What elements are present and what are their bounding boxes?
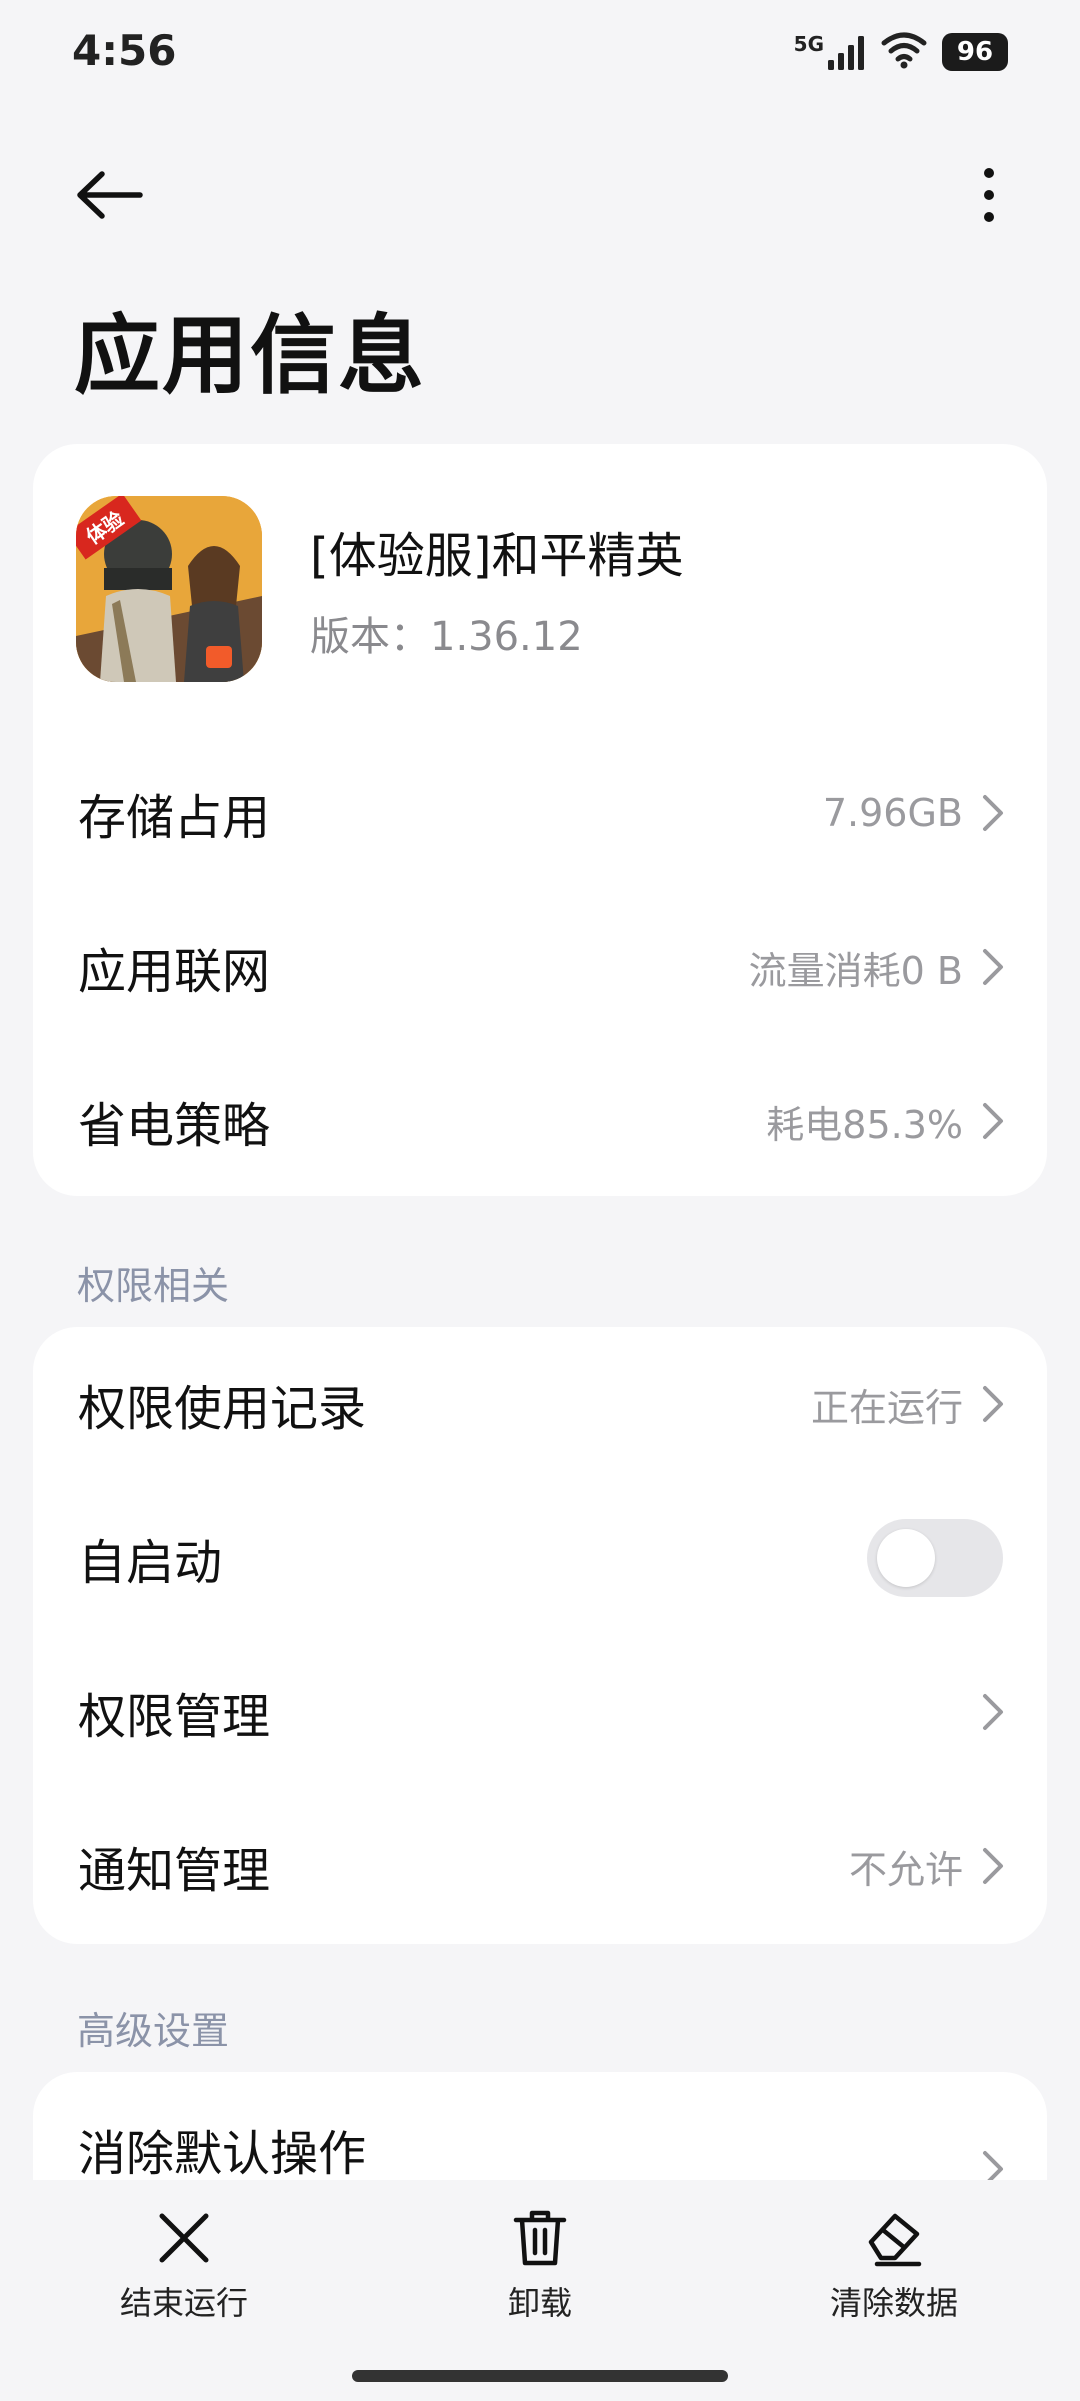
back-button[interactable] [64,150,154,240]
storage-row[interactable]: 存储占用 7.96GB [33,736,1047,890]
section-label-permissions: 权限相关 [77,1264,230,1308]
row-right: 耗电85.3% [766,1094,1007,1149]
app-name: [体验服]和平精英 [310,528,684,584]
row-label: 权限使用记录 [78,1381,367,1437]
app-version: 版本：1.36.12 [310,614,583,660]
row-label: 通知管理 [78,1843,271,1899]
app-header: 体验 [体验服]和平精英 版本：1.36.12 [76,496,683,682]
status-time: 4:56 [72,26,177,75]
row-value: 流量消耗0 B [748,948,963,993]
action-label: 卸载 [507,2284,572,2322]
force-stop-button[interactable]: 结束运行 [84,2208,284,2324]
chevron-right-icon [983,1848,1003,1884]
status-bar: 4:56 5G 96 [0,0,1080,100]
row-label: 应用联网 [78,944,271,1000]
row-label: 消除默认操作 [78,2126,367,2182]
row-right: 正在运行 [811,1377,1007,1432]
chevron-right-icon [983,795,1003,831]
chevron-right-icon [983,949,1003,985]
network-row[interactable]: 应用联网 流量消耗0 B [33,890,1047,1044]
clear-data-button[interactable]: 清除数据 [794,2208,994,2324]
trash-icon [513,2210,567,2266]
autostart-row: 自启动 [33,1481,1047,1635]
network-type-label: 5G [793,32,824,56]
status-icons: 5G 96 [794,30,1008,74]
action-label: 清除数据 [829,2284,958,2322]
autostart-toggle[interactable] [867,1519,1003,1597]
close-icon [159,2213,209,2263]
bottom-action-bar: 结束运行 卸载 清除数据 [0,2180,1080,2401]
permissions-card: 权限使用记录 正在运行 自启动 权限管理 通知管理 不允许 [33,1327,1047,1944]
home-indicator[interactable] [352,2370,728,2382]
row-label: 省电策略 [78,1098,271,1154]
row-right [979,1692,1007,1732]
row-value: 耗电85.3% [766,1102,963,1147]
row-value: 不允许 [848,1847,963,1892]
row-label: 自启动 [78,1535,223,1591]
chevron-right-icon [983,1694,1003,1730]
chevron-right-icon [983,1386,1003,1422]
cellular-signal-icon: 5G [794,32,866,72]
arrow-left-icon [77,171,143,219]
more-options-button[interactable] [944,150,1034,240]
notification-management-row[interactable]: 通知管理 不允许 [33,1789,1047,1943]
page-title: 应用信息 [74,306,426,406]
row-value: 7.96GB [822,791,963,835]
eraser-icon [868,2213,922,2267]
row-label: 权限管理 [78,1689,271,1745]
wifi-icon [880,30,928,74]
row-value: 正在运行 [810,1385,963,1430]
app-texts: [体验服]和平精英 版本：1.36.12 [310,516,683,662]
uninstall-button[interactable]: 卸载 [440,2208,640,2324]
action-label: 结束运行 [119,2284,248,2322]
row-right: 流量消耗0 B [749,940,1007,995]
chevron-right-icon [983,1103,1003,1139]
app-info-screen: 4:56 5G 96 应用信息 体验 [体验服]和平精英 版本：1.36.12 … [0,0,1080,2401]
app-info-card: 体验 [体验服]和平精英 版本：1.36.12 存储占用 7.96GB 应用联网… [33,444,1047,1196]
battery-icon: 96 [942,33,1008,71]
battery-saver-row[interactable]: 省电策略 耗电85.3% [33,1044,1047,1198]
app-icon: 体验 [76,496,262,682]
row-right: 7.96GB [823,791,1007,835]
permission-usage-row[interactable]: 权限使用记录 正在运行 [33,1327,1047,1481]
row-label: 存储占用 [78,790,271,846]
section-label-advanced: 高级设置 [77,2009,230,2053]
toggle-knob [877,1529,935,1587]
more-vertical-icon [984,168,994,222]
row-right: 不允许 [849,1839,1007,1894]
permission-management-row[interactable]: 权限管理 [33,1635,1047,1789]
